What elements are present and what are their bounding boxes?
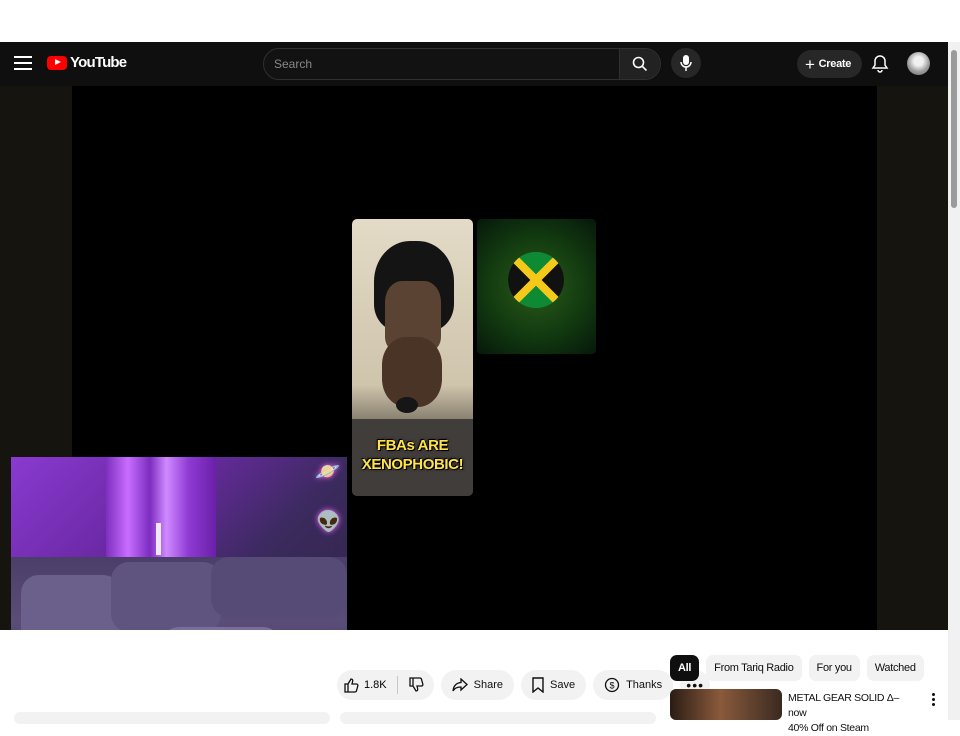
neon-alien-icon: 👽 — [316, 511, 341, 533]
masthead: YouTube + Create — [0, 42, 948, 86]
save-label: Save — [550, 679, 576, 691]
thanks-heart-dollar-icon: $ — [604, 677, 620, 693]
browser-top-strip — [0, 0, 960, 42]
chip-all[interactable]: All — [670, 655, 700, 681]
save-button[interactable]: Save — [521, 670, 587, 700]
neon-planet-icon: 🪐 — [315, 461, 340, 483]
create-label: Create — [818, 58, 852, 70]
menu-icon[interactable] — [14, 56, 32, 72]
notifications-bell-icon[interactable] — [870, 54, 890, 74]
search-button[interactable] — [619, 49, 660, 79]
thumbs-down-icon — [408, 677, 424, 692]
chip-watched[interactable]: Watched — [866, 655, 924, 681]
video-caption: FBAs ARE XENOPHOBIC! — [352, 436, 473, 474]
description-area-placeholder — [340, 712, 656, 724]
search-input[interactable] — [264, 49, 619, 79]
caption-line-1: FBAs ARE — [376, 437, 449, 454]
share-button[interactable]: Share — [440, 670, 514, 700]
page-scrollbar[interactable] — [948, 42, 960, 720]
create-button[interactable]: + Create — [797, 50, 863, 78]
search-box — [263, 48, 661, 80]
search-icon — [632, 56, 648, 72]
recommendation-title-line-1: METAL GEAR SOLID Δ– now — [788, 692, 900, 719]
chip-from-tariq-radio[interactable]: From Tariq Radio — [706, 655, 802, 681]
curtain-shape — [106, 457, 216, 557]
jamaica-flag-icon — [508, 252, 564, 308]
youtube-play-icon — [47, 55, 67, 70]
share-label: Share — [473, 679, 503, 691]
caption-line-2: XENOPHOBIC! — [361, 456, 464, 473]
recommendation-title-line-2: 40% Off on Steam — [788, 722, 869, 734]
thanks-button[interactable]: $ Thanks — [593, 670, 674, 700]
account-avatar[interactable] — [907, 52, 930, 75]
thanks-label: Thanks — [626, 679, 663, 691]
couch-cushion — [111, 562, 221, 632]
like-count: 1.8K — [364, 679, 387, 691]
recommendation-menu-icon[interactable] — [926, 690, 940, 708]
share-icon — [451, 678, 468, 692]
dislike-button[interactable] — [398, 670, 434, 700]
video-actions: 1.8K Share Save $ Thanks ••• — [337, 670, 711, 700]
comment-area-placeholder — [14, 712, 330, 724]
beard-shape — [396, 397, 418, 413]
light-bar-shape — [156, 523, 161, 555]
video-frame-person: FBAs ARE XENOPHOBIC! — [352, 219, 473, 496]
logo-text: YouTube — [70, 54, 127, 71]
thumbs-up-icon — [344, 678, 359, 693]
bookmark-icon — [532, 677, 544, 693]
voice-search-button[interactable] — [671, 48, 701, 78]
recommendation-filter-chips: All From Tariq Radio For you Watched — [670, 655, 924, 681]
like-dislike-group: 1.8K — [337, 670, 434, 700]
scrollbar-thumb[interactable] — [951, 50, 957, 208]
microphone-icon — [680, 55, 692, 71]
face-shape — [382, 337, 442, 407]
svg-text:$: $ — [610, 681, 615, 691]
couch-cushion — [211, 557, 347, 617]
recommendation-thumbnail[interactable] — [670, 689, 782, 720]
plus-icon: + — [805, 54, 815, 74]
chip-for-you[interactable]: For you — [808, 655, 860, 681]
recommendation-title[interactable]: METAL GEAR SOLID Δ– now 40% Off on Steam — [788, 691, 918, 736]
youtube-logo[interactable]: YouTube — [47, 54, 127, 71]
like-button[interactable]: 1.8K — [337, 670, 397, 700]
video-frame-flag — [477, 219, 596, 354]
